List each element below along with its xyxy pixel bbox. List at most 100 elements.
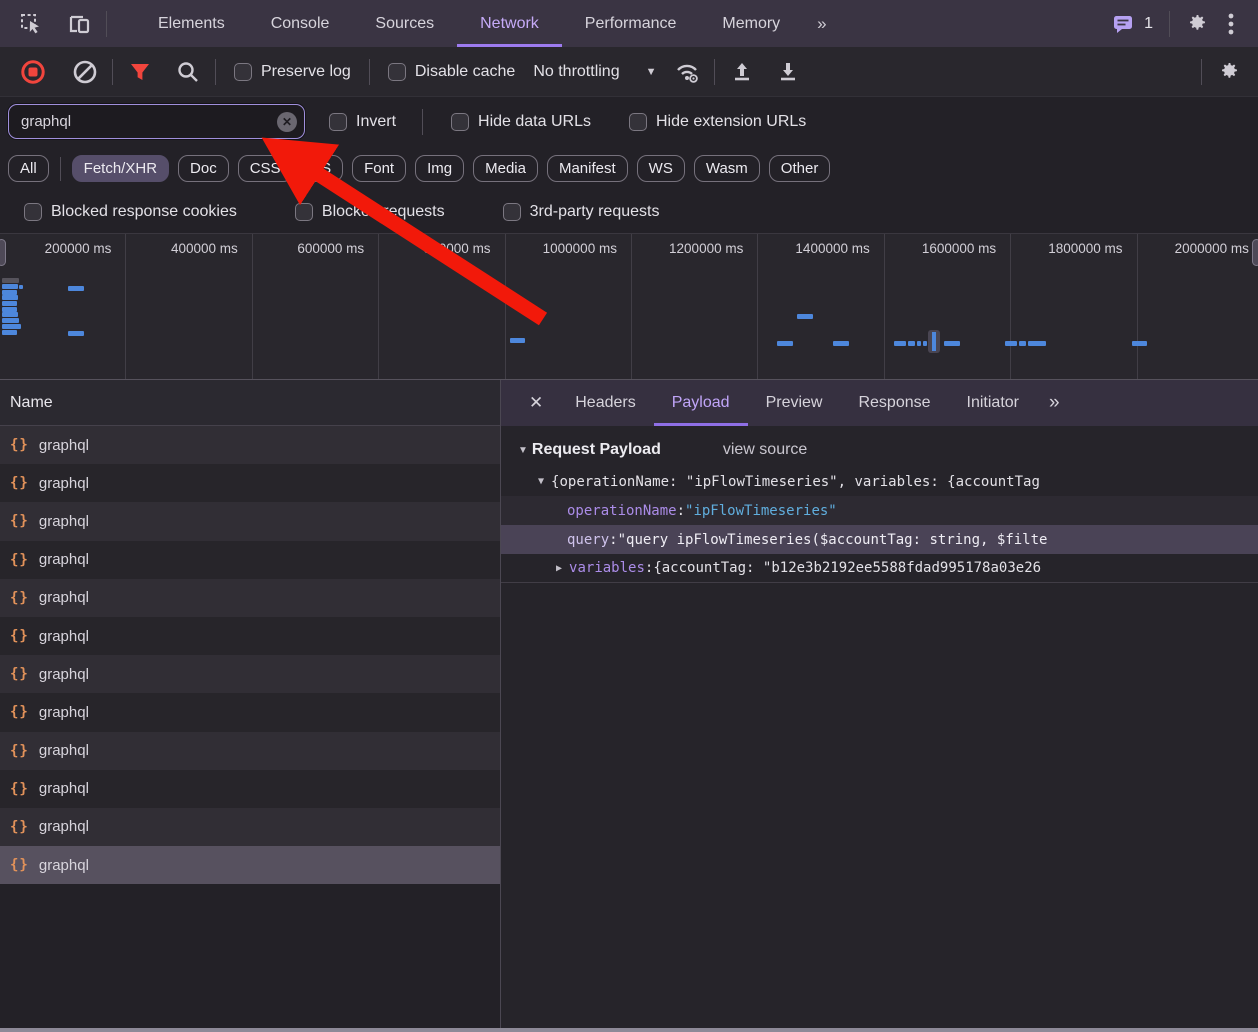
collapse-triangle-icon[interactable]: ▼ xyxy=(518,445,528,456)
chip-img[interactable]: Img xyxy=(415,155,464,182)
request-row[interactable]: {}graphql xyxy=(0,617,500,655)
checkbox[interactable] xyxy=(451,113,469,131)
tab-elements[interactable]: Elements xyxy=(135,0,248,47)
blocked-cookies-checkbox[interactable]: Blocked response cookies xyxy=(24,203,237,221)
third-party-checkbox[interactable]: 3rd-party requests xyxy=(503,203,660,221)
request-row-selected[interactable]: {}graphql xyxy=(0,846,500,884)
checkbox[interactable] xyxy=(234,63,252,81)
checkbox[interactable] xyxy=(503,203,521,221)
filter-text-input[interactable]: graphql ✕ xyxy=(8,104,305,139)
payload-root-row[interactable]: ▼ {operationName: "ipFlowTimeseries", va… xyxy=(501,467,1258,496)
checkbox[interactable] xyxy=(329,113,347,131)
chip-wasm[interactable]: Wasm xyxy=(694,155,760,182)
more-detail-tabs-icon[interactable]: » xyxy=(1037,380,1072,426)
json-request-icon: {} xyxy=(10,437,29,453)
filter-funnel-icon[interactable] xyxy=(123,55,157,89)
hide-extension-urls-checkbox[interactable]: Hide extension URLs xyxy=(629,113,806,131)
throttling-dropdown[interactable]: No throttling ▼ xyxy=(533,63,656,81)
payload-string-value: "query ipFlowTimeseries($accountTag: str… xyxy=(618,532,1048,548)
tab-network[interactable]: Network xyxy=(457,0,562,47)
timeline-tick: 600000 ms xyxy=(253,234,379,379)
tab-initiator[interactable]: Initiator xyxy=(949,380,1037,426)
payload-key: variables xyxy=(569,560,645,576)
json-request-icon: {} xyxy=(10,666,29,682)
divider xyxy=(369,59,370,85)
chip-media[interactable]: Media xyxy=(473,155,538,182)
tab-console[interactable]: Console xyxy=(248,0,353,47)
request-row[interactable]: {}graphql xyxy=(0,541,500,579)
tab-performance[interactable]: Performance xyxy=(562,0,700,47)
expand-triangle-icon[interactable]: ▼ xyxy=(538,476,544,487)
tab-preview[interactable]: Preview xyxy=(748,380,841,426)
payload-operation-row[interactable]: operationName: "ipFlowTimeseries" xyxy=(501,496,1258,525)
preserve-log-checkbox[interactable]: Preserve log xyxy=(234,63,351,81)
tab-headers[interactable]: Headers xyxy=(557,380,653,426)
timeline-request-bar xyxy=(1028,341,1046,346)
divider xyxy=(215,59,216,85)
payload-variables-row[interactable]: ▶ variables: {accountTag: "b12e3b2192ee5… xyxy=(501,554,1258,583)
network-conditions-icon[interactable] xyxy=(670,55,704,89)
checkbox[interactable] xyxy=(24,203,42,221)
disable-cache-checkbox[interactable]: Disable cache xyxy=(388,63,516,81)
chip-ws[interactable]: WS xyxy=(637,155,685,182)
checkbox[interactable] xyxy=(388,63,406,81)
settings-gear-icon[interactable] xyxy=(1180,7,1214,41)
timeline-left-handle[interactable] xyxy=(0,239,6,266)
timeline-tick: 1200000 ms xyxy=(632,234,758,379)
tab-memory[interactable]: Memory xyxy=(699,0,803,47)
clear-network-log-icon[interactable] xyxy=(68,55,102,89)
blocked-requests-checkbox[interactable]: Blocked requests xyxy=(295,203,445,221)
request-row[interactable]: {}graphql xyxy=(0,693,500,731)
tab-response[interactable]: Response xyxy=(840,380,948,426)
timeline-request-bar xyxy=(797,314,813,319)
json-request-icon: {} xyxy=(10,857,29,873)
request-row[interactable]: {}graphql xyxy=(0,732,500,770)
chip-manifest[interactable]: Manifest xyxy=(547,155,628,182)
tab-sources[interactable]: Sources xyxy=(352,0,457,47)
clear-filter-icon[interactable]: ✕ xyxy=(277,112,297,132)
name-column-header[interactable]: Name xyxy=(0,380,500,426)
request-row[interactable]: {}graphql xyxy=(0,770,500,808)
payload-query-row-selected[interactable]: query: "query ipFlowTimeseries($accountT… xyxy=(501,525,1258,554)
record-stop-icon[interactable] xyxy=(16,55,50,89)
export-har-icon[interactable] xyxy=(771,55,805,89)
network-settings-gear-icon[interactable] xyxy=(1212,55,1246,89)
chip-fetch-xhr[interactable]: Fetch/XHR xyxy=(72,155,169,182)
request-row[interactable]: {}graphql xyxy=(0,579,500,617)
import-har-icon[interactable] xyxy=(725,55,759,89)
request-row[interactable]: {}graphql xyxy=(0,808,500,846)
divider xyxy=(112,59,113,85)
request-row[interactable]: {}graphql xyxy=(0,464,500,502)
chip-doc[interactable]: Doc xyxy=(178,155,229,182)
invert-checkbox[interactable]: Invert xyxy=(329,113,396,131)
request-row[interactable]: {}graphql xyxy=(0,655,500,693)
kebab-menu-icon[interactable] xyxy=(1214,7,1248,41)
more-tabs-icon[interactable]: » xyxy=(803,0,838,47)
request-row[interactable]: {}graphql xyxy=(0,426,500,464)
search-icon[interactable] xyxy=(171,55,205,89)
device-toolbar-icon[interactable] xyxy=(62,7,96,41)
network-overview-timeline[interactable]: 200000 ms 400000 ms 600000 ms 800000 ms … xyxy=(0,233,1258,380)
chip-font[interactable]: Font xyxy=(352,155,406,182)
separator: : xyxy=(609,532,617,548)
payload-key: operationName xyxy=(567,503,677,519)
issues-message-icon[interactable] xyxy=(1109,7,1137,41)
chip-css[interactable]: CSS xyxy=(238,155,293,182)
separator: : xyxy=(645,560,653,576)
timeline-request-bar xyxy=(2,284,18,289)
timeline-right-handle[interactable] xyxy=(1252,239,1258,266)
chip-all[interactable]: All xyxy=(8,155,49,182)
expand-triangle-icon[interactable]: ▶ xyxy=(556,563,562,574)
chip-js[interactable]: JS xyxy=(302,155,344,182)
close-detail-icon[interactable]: ✕ xyxy=(515,380,557,426)
chip-other[interactable]: Other xyxy=(769,155,831,182)
inspect-element-icon[interactable] xyxy=(14,7,48,41)
tab-payload[interactable]: Payload xyxy=(654,380,748,426)
hide-data-urls-checkbox[interactable]: Hide data URLs xyxy=(451,113,591,131)
checkbox[interactable] xyxy=(629,113,647,131)
view-source-link[interactable]: view source xyxy=(723,441,807,459)
payload-preview-text: {operationName: "ipFlowTimeseries", vari… xyxy=(551,474,1040,490)
payload-string-value: "ipFlowTimeseries" xyxy=(685,503,837,519)
checkbox[interactable] xyxy=(295,203,313,221)
request-row[interactable]: {}graphql xyxy=(0,502,500,540)
